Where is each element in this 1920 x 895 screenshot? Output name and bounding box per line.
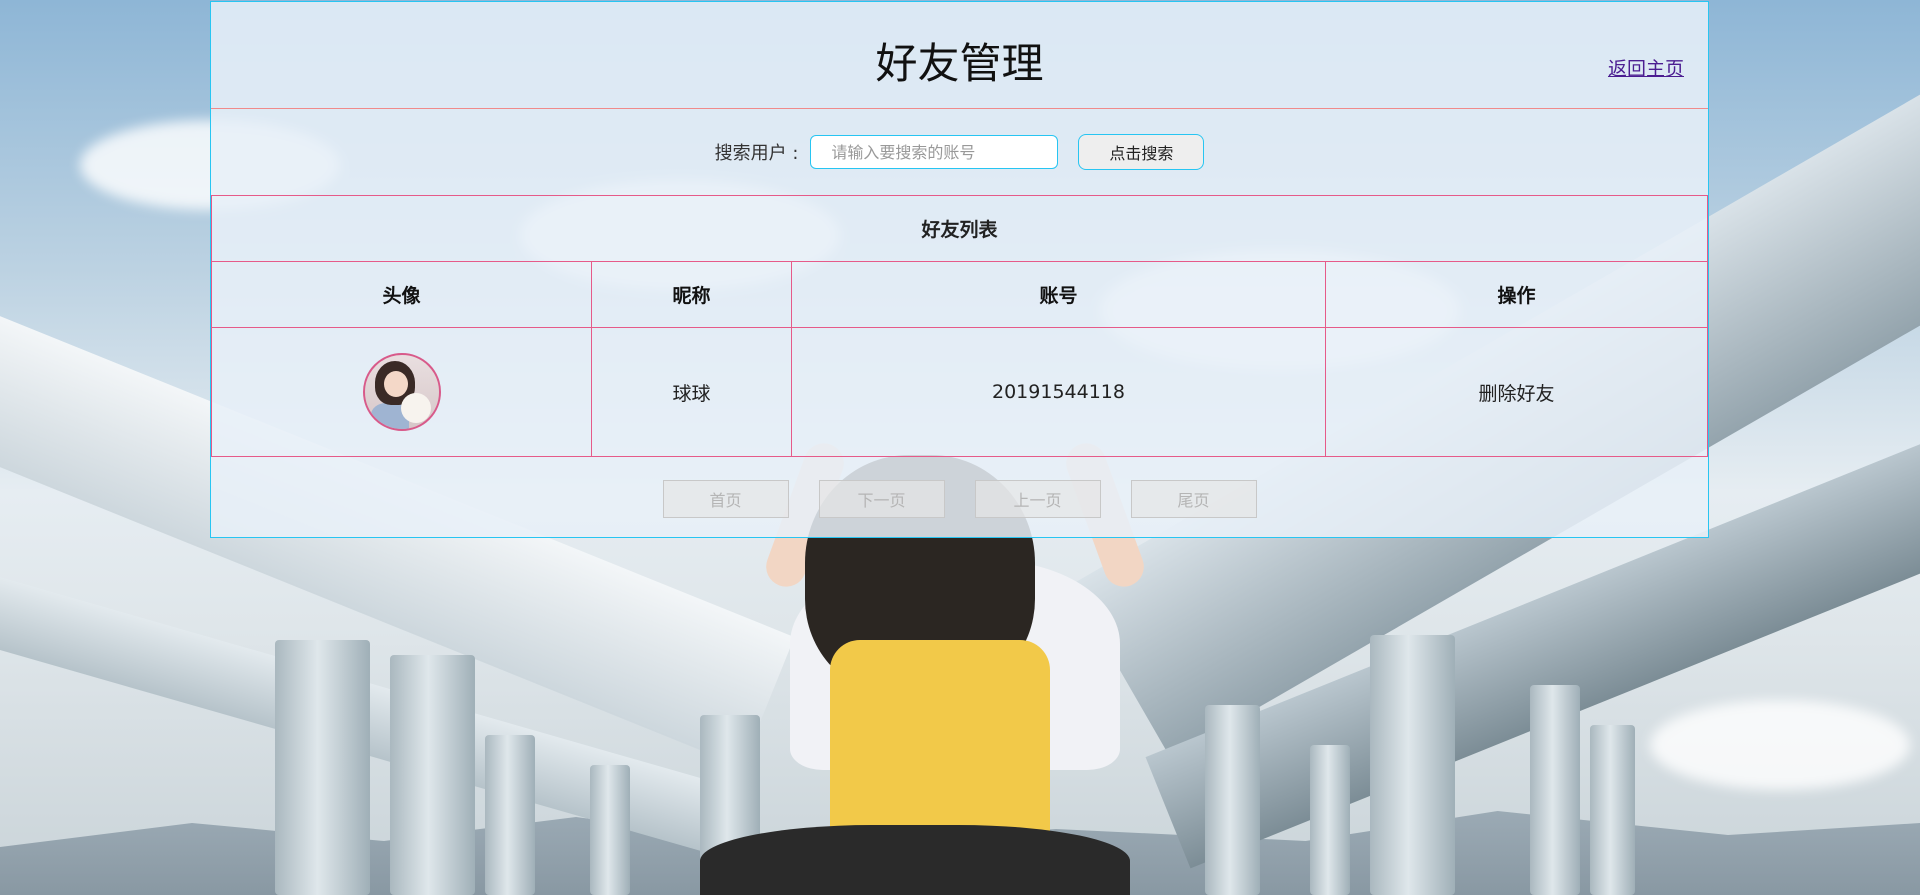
table-caption: 好友列表	[211, 195, 1708, 262]
first-page-button[interactable]: 首页	[662, 480, 789, 518]
return-home-link[interactable]: 返回主页	[1608, 54, 1684, 81]
avatar-cell	[211, 327, 592, 457]
prev-page-button[interactable]: 上一页	[974, 480, 1101, 518]
search-label: 搜索用户 :	[714, 143, 799, 164]
delete-friend-button[interactable]: 删除好友	[1325, 327, 1708, 457]
table-header-row: 头像 昵称 账号 操作	[211, 261, 1708, 328]
search-input[interactable]	[810, 135, 1059, 169]
search-button[interactable]: 点击搜索	[1078, 134, 1205, 170]
page-header: 好友管理 返回主页	[211, 2, 1708, 109]
friend-management-panel: 好友管理 返回主页 搜索用户 : 点击搜索 好友列表 头像 昵称 账号 操作	[210, 1, 1709, 538]
column-header-avatar: 头像	[211, 261, 592, 328]
search-bar: 搜索用户 : 点击搜索	[211, 109, 1708, 195]
friends-table: 好友列表 头像 昵称 账号 操作 球球 20191544118 删除好友	[211, 195, 1708, 457]
column-header-nickname: 昵称	[591, 261, 792, 328]
pagination: 首页 下一页 上一页 尾页	[211, 457, 1708, 541]
last-page-button[interactable]: 尾页	[1130, 480, 1257, 518]
column-header-account: 账号	[791, 261, 1326, 328]
page-title: 好友管理	[875, 39, 1044, 88]
table-row: 球球 20191544118 删除好友	[211, 327, 1708, 457]
column-header-action: 操作	[1325, 261, 1708, 328]
next-page-button[interactable]: 下一页	[818, 480, 945, 518]
user-avatar-icon	[362, 353, 441, 431]
account-cell: 20191544118	[791, 327, 1326, 457]
nickname-cell: 球球	[591, 327, 792, 457]
